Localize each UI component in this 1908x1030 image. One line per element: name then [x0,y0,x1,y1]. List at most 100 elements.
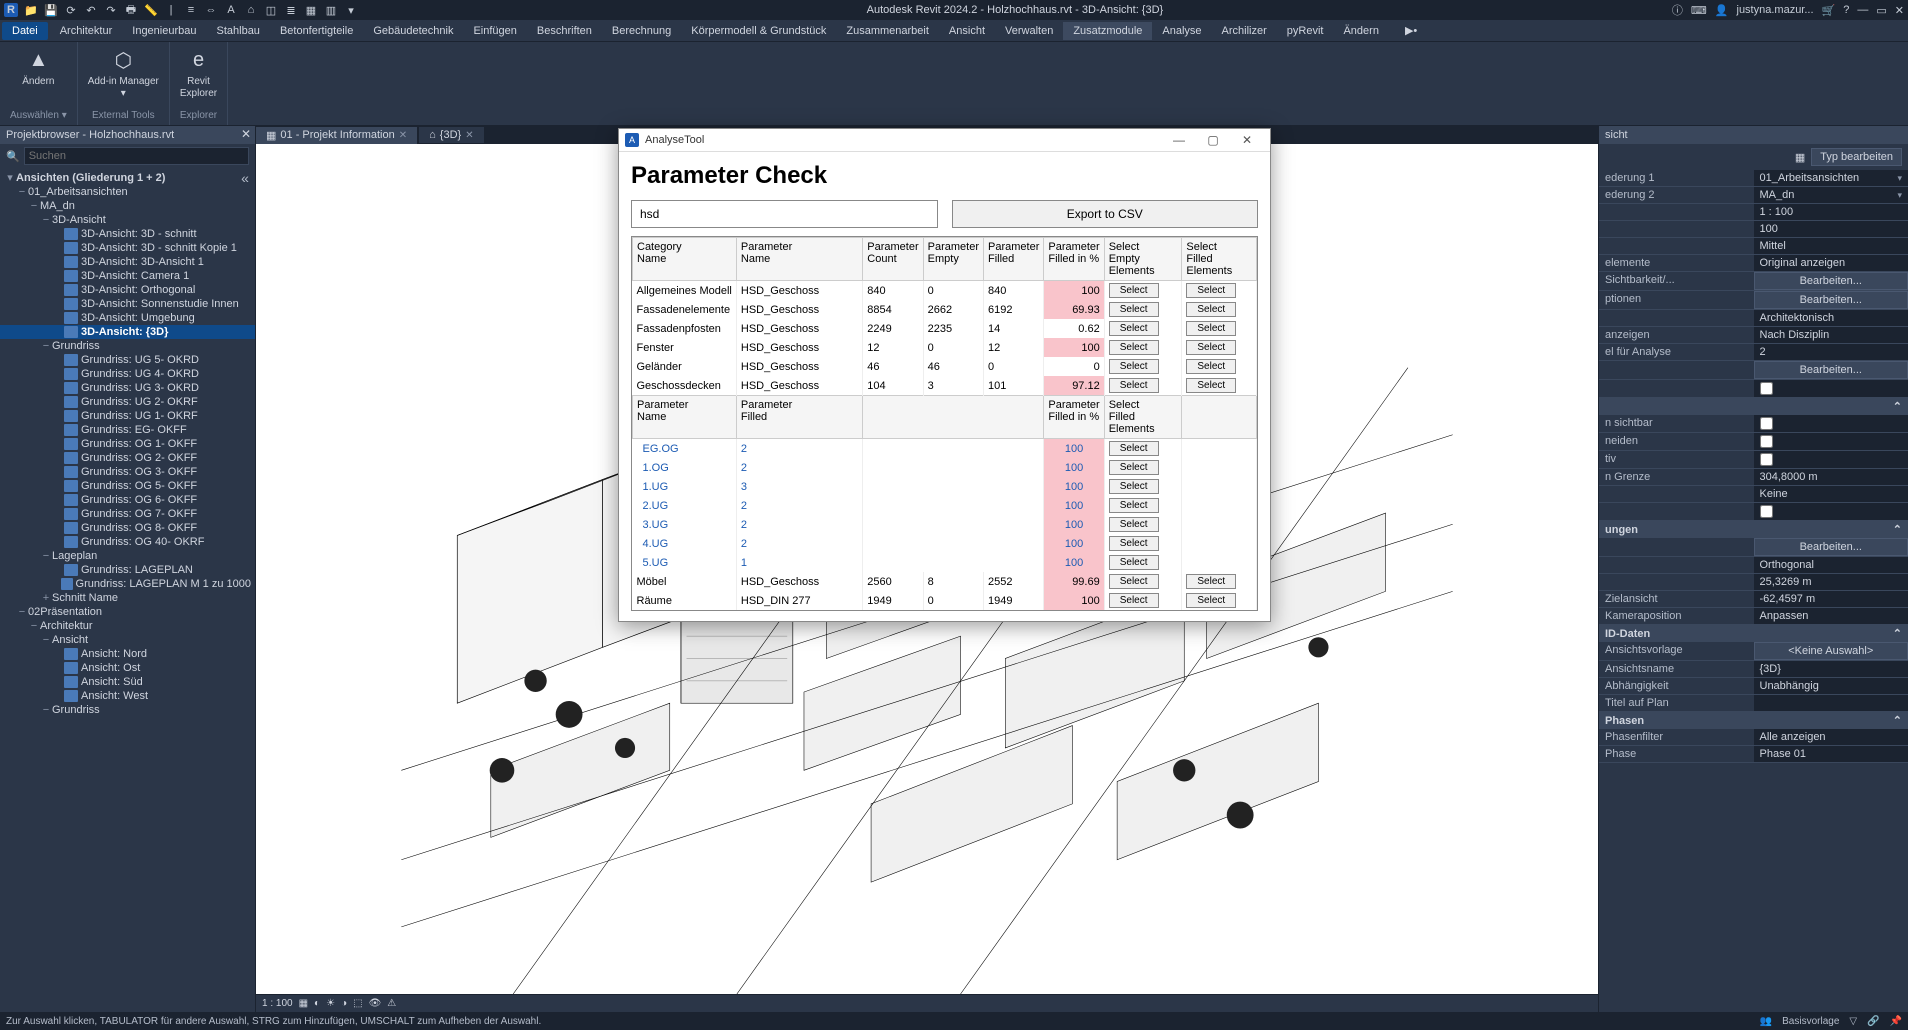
table-header[interactable]: SelectEmpty Elements [1104,238,1182,281]
tree-item[interactable]: 3D-Ansicht: 3D-Ansicht 1 [0,255,255,269]
minimize-icon[interactable]: — [1857,4,1868,16]
ribbon-tool-icon[interactable]: e [185,46,213,74]
tree-twisty-icon[interactable]: − [28,200,40,212]
select-filled-button[interactable]: Select [1186,321,1236,336]
tree-item[interactable]: Grundriss: LAGEPLAN [0,563,255,577]
select-filled-button[interactable]: Select [1186,302,1236,317]
tree-item[interactable]: Grundriss: OG 8- OKFF [0,521,255,535]
tree-item[interactable]: 3D-Ansicht: 3D - schnitt [0,227,255,241]
info-icon[interactable]: ⓘ [1672,2,1683,18]
export-csv-button[interactable]: Export to CSV [952,200,1259,228]
crop-icon[interactable]: ⬚ [353,998,362,1009]
text-icon[interactable]: A [224,3,238,17]
select-empty-button[interactable]: Select [1109,574,1159,589]
tree-item[interactable]: −01_Arbeitsansichten [0,185,255,199]
select-button[interactable]: Select [1109,517,1159,532]
property-value[interactable]: MA_dn [1754,187,1908,203]
menu-pyrevit[interactable]: pyRevit [1277,22,1334,40]
tree-item[interactable]: Grundriss: OG 7- OKFF [0,507,255,521]
table-header[interactable]: ParameterCount [863,238,923,281]
search-input[interactable] [24,147,249,165]
ribbon-tool-label[interactable]: Explorer [180,88,217,100]
tree-item[interactable]: Grundriss: OG 5- OKFF [0,479,255,493]
tree-item[interactable]: −3D-Ansicht [0,213,255,227]
ribbon-tool-icon[interactable]: ⬡ [109,46,137,74]
tree-twisty-icon[interactable]: − [40,634,52,646]
property-value[interactable] [1754,451,1908,468]
property-value[interactable] [1754,380,1908,397]
tree-item[interactable]: Grundriss: OG 40- OKRF [0,535,255,549]
tree-item[interactable]: 3D-Ansicht: Umgebung [0,311,255,325]
property-value[interactable]: 1 : 100 [1754,204,1908,220]
menu-analyse[interactable]: Analyse [1152,22,1211,40]
property-group-header[interactable]: ⌃ [1599,398,1908,415]
property-value[interactable] [1754,503,1908,520]
align-icon[interactable]: ≡ [184,3,198,17]
visual-style-icon[interactable]: ◐ [314,998,320,1009]
select-links-icon[interactable]: 🔗 [1867,1016,1879,1027]
property-value[interactable]: 25,3269 m [1754,574,1908,590]
ribbon-tool-label[interactable]: Revit [187,76,210,88]
table-header[interactable]: ParameterFilled [984,238,1044,281]
tree-item[interactable]: −Grundriss [0,339,255,353]
property-checkbox[interactable] [1760,382,1773,395]
cart-icon[interactable]: 🛒 [1822,4,1836,17]
help-icon[interactable]: ? [1843,4,1849,16]
property-edit-button[interactable]: Bearbeiten... [1754,361,1908,379]
menu-datei[interactable]: Datei [2,22,48,40]
select-button[interactable]: Select [1109,460,1159,475]
ribbon-tool-label[interactable]: ▾ [121,88,126,100]
ribbon-tool-label[interactable]: Add-in Manager [88,76,159,88]
property-value[interactable]: Orthogonal [1754,557,1908,573]
sun-path-icon[interactable]: ☀ [326,998,335,1009]
redo-icon[interactable]: ↷ [104,3,118,17]
tree-twisty-icon[interactable]: − [28,620,40,632]
dropdown-icon[interactable]: ▾ [344,3,358,17]
property-checkbox[interactable] [1760,453,1773,466]
property-value[interactable]: 01_Arbeitsansichten [1754,170,1908,186]
tree-twisty-icon[interactable]: − [40,704,52,716]
select-empty-button[interactable]: Select [1109,378,1159,393]
tree-item[interactable]: Grundriss: OG 1- OKFF [0,437,255,451]
tree-twisty-icon[interactable]: − [40,214,52,226]
print-icon[interactable]: 🖶 [124,3,138,17]
tree-item[interactable]: −Lageplan [0,549,255,563]
property-value[interactable]: Architektonisch [1754,310,1908,326]
tree-twisty-icon[interactable]: + [40,592,52,604]
property-value[interactable]: 304,8000 m [1754,469,1908,485]
property-edit-button[interactable]: Bearbeiten... [1754,538,1908,556]
select-button[interactable]: Select [1109,536,1159,551]
reveal-icon[interactable]: ⚠ [387,998,396,1009]
table-header[interactable]: ParameterName [736,238,862,281]
dialog-maximize-icon[interactable]: ▢ [1196,133,1230,147]
menu--ndern[interactable]: Ändern [1333,22,1388,40]
tree-item[interactable]: 3D-Ansicht: Camera 1 [0,269,255,283]
property-value[interactable] [1754,415,1908,432]
tree-item[interactable]: 3D-Ansicht: 3D - schnitt Kopie 1 [0,241,255,255]
tree-item[interactable]: Grundriss: LAGEPLAN M 1 zu 1000 [0,577,255,591]
property-value[interactable]: {3D} [1754,661,1908,677]
tree-item[interactable]: −Grundriss [0,703,255,717]
table-header[interactable]: CategoryName [633,238,737,281]
ribbon-tool-label[interactable]: Ändern [22,76,54,88]
select-empty-button[interactable]: Select [1109,302,1159,317]
hide-icon[interactable]: 👁 [369,998,382,1009]
tree-item[interactable]: Ansicht: Ost [0,661,255,675]
dialog-titlebar[interactable]: A AnalyseTool — ▢ ✕ [619,129,1270,152]
tree-item[interactable]: −Ansicht [0,633,255,647]
close-icon[interactable]: ✕ [241,127,251,141]
dialog-minimize-icon[interactable]: — [1162,133,1196,147]
ribbon-tool-icon[interactable]: ▲ [24,46,52,74]
worksharing-icon[interactable]: 👥 [1760,1016,1772,1027]
view-tab[interactable]: ▦01 - Projekt Information✕ [256,127,417,144]
tree-twisty-icon[interactable]: − [40,550,52,562]
property-group-header[interactable]: Phasen⌃ [1599,712,1908,729]
table-header[interactable]: ParameterFilled in % [1044,238,1104,281]
property-checkbox[interactable] [1760,505,1773,518]
dialog-close-icon[interactable]: ✕ [1230,133,1264,147]
select-filled-button[interactable]: Select [1186,283,1236,298]
tree-item[interactable]: Grundriss: UG 3- OKRD [0,381,255,395]
section-icon[interactable]: ◫ [264,3,278,17]
property-edit-button[interactable]: Bearbeiten... [1754,291,1908,309]
property-value[interactable]: Phase 01 [1754,746,1908,762]
